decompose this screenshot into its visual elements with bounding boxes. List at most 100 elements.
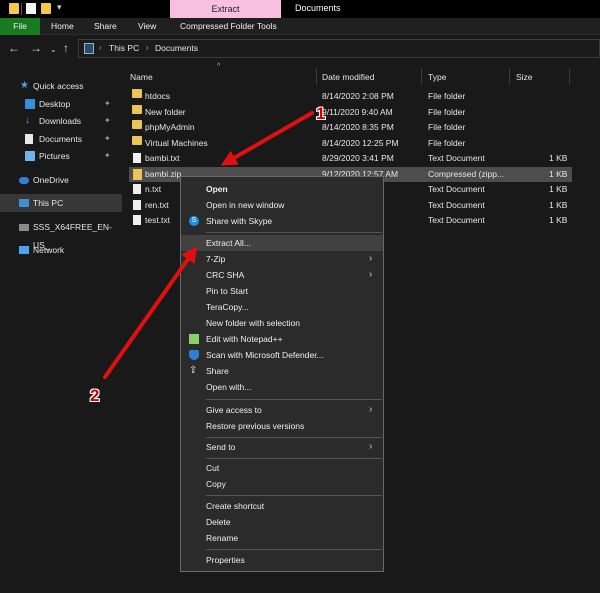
breadcrumb-documents[interactable]: Documents [155, 43, 198, 53]
download-icon: ↓ [25, 115, 30, 126]
menu-item-label: Share [206, 366, 229, 376]
sidebar-item-label: OneDrive [33, 175, 69, 185]
column-headers: ^ Name Date modified Type Size [122, 63, 600, 86]
sidebar-item-quick-access[interactable]: ★ Quick access [0, 77, 122, 95]
drive-icon [19, 224, 29, 231]
menu-item-label: Create shortcut [206, 501, 265, 511]
properties-icon[interactable] [26, 3, 36, 14]
menu-item-cut[interactable]: Cut [181, 460, 383, 476]
file-name: n.txt [145, 184, 162, 194]
tab-view[interactable]: View [138, 18, 156, 35]
sidebar-item-network[interactable]: Network [0, 241, 122, 259]
tab-compressed-folder-tools[interactable]: Compressed Folder Tools [180, 18, 277, 35]
column-header-date-modified[interactable]: Date modified [322, 66, 374, 86]
sidebar-item-pictures[interactable]: Pictures ✦ [0, 147, 122, 165]
menu-item-label: Open with... [206, 382, 252, 392]
column-divider[interactable] [569, 68, 570, 85]
sidebar-item-this-pc[interactable]: This PC [0, 194, 122, 212]
annotation-step-2: 2 [90, 386, 100, 405]
star-icon: ★ [20, 80, 29, 91]
tab-file[interactable]: File [0, 18, 40, 35]
toolbar-divider [21, 3, 22, 15]
menu-item-label: Delete [206, 517, 231, 527]
file-row-new-folder[interactable]: New folder 9/11/2020 9:40 AM File folder [129, 104, 572, 121]
breadcrumb-this-pc[interactable]: This PC [109, 43, 139, 53]
menu-item-delete[interactable]: Delete [181, 514, 383, 530]
menu-item-open-new-window[interactable]: Open in new window [181, 197, 383, 213]
new-folder-icon[interactable] [41, 3, 51, 14]
file-row-phpmyadmin[interactable]: phpMyAdmin 8/14/2020 8:35 PM File folder [129, 120, 572, 136]
sidebar-item-documents[interactable]: Documents ✦ [0, 130, 122, 148]
menu-item-label: Extract All... [206, 238, 251, 248]
up-arrow-icon[interactable]: ↑ [63, 41, 69, 55]
column-divider[interactable] [421, 68, 422, 85]
customize-dropdown-icon[interactable]: ▾ [57, 2, 62, 13]
column-header-size[interactable]: Size [516, 66, 533, 86]
menu-item-share[interactable]: ⇪ Share [181, 363, 383, 379]
file-name: test.txt [145, 215, 171, 225]
recent-locations-chevron-icon[interactable]: ⌄ [50, 43, 57, 57]
menu-item-edit-with-notepadpp[interactable]: Edit with Notepad++ [181, 331, 383, 347]
menu-item-pin-to-start[interactable]: Pin to Start [181, 283, 383, 299]
menu-item-restore-previous-versions[interactable]: Restore previous versions [181, 418, 383, 434]
menu-item-share-with-skype[interactable]: S Share with Skype [181, 213, 383, 229]
file-row-htdocs[interactable]: htdocs 8/14/2020 2:08 PM File folder [129, 89, 572, 105]
menu-item-rename[interactable]: Rename [181, 530, 383, 546]
navigation-bar: ← → ⌄ ↑ › This PC › Documents [0, 35, 600, 62]
file-date: 9/11/2020 9:40 AM [322, 106, 393, 117]
pin-icon[interactable]: ✦ [104, 112, 111, 130]
menu-item-open-with[interactable]: Open with... [181, 379, 383, 395]
chevron-right-icon[interactable]: › [99, 43, 102, 52]
skype-icon: S [189, 216, 199, 226]
menu-separator [206, 458, 382, 459]
menu-item-label: Properties [206, 555, 245, 565]
menu-item-send-to[interactable]: Send to › [181, 439, 383, 455]
column-header-name[interactable]: Name [130, 66, 153, 86]
network-icon [19, 246, 29, 254]
menu-item-create-shortcut[interactable]: Create shortcut [181, 498, 383, 514]
window-title: Documents [295, 3, 341, 13]
menu-item-new-folder-with-selection[interactable]: New folder with selection [181, 315, 383, 331]
tab-share[interactable]: Share [94, 18, 117, 35]
file-date: 8/14/2020 2:08 PM [322, 91, 394, 101]
back-arrow-icon[interactable]: ← [8, 41, 20, 55]
sidebar-item-downloads[interactable]: ↓ Downloads ✦ [0, 112, 122, 130]
sidebar-item-onedrive[interactable]: OneDrive [0, 171, 122, 189]
chevron-right-icon[interactable]: › [146, 43, 149, 52]
annotation-step-1: 1 [316, 104, 326, 123]
tab-home[interactable]: Home [51, 18, 74, 35]
sidebar-item-drive[interactable]: SSS_X64FREE_EN-US_ [0, 218, 122, 250]
menu-separator [206, 399, 382, 400]
folder-icon[interactable] [9, 3, 19, 14]
forward-arrow-icon[interactable]: → [30, 41, 42, 55]
pin-icon[interactable]: ✦ [104, 130, 111, 148]
folder-icon [132, 120, 142, 129]
menu-item-label: Pin to Start [206, 286, 249, 296]
menu-item-scan-with-defender[interactable]: Scan with Microsoft Defender... [181, 347, 383, 363]
menu-item-crc-sha[interactable]: CRC SHA › [181, 267, 383, 283]
file-row-bambi-txt[interactable]: bambi.txt 8/29/2020 3:41 PM Text Documen… [129, 151, 572, 167]
menu-item-open[interactable]: Open [181, 181, 383, 197]
context-menu: Open Open in new window S Share with Sky… [180, 176, 384, 572]
menu-item-copy[interactable]: Copy [181, 476, 383, 492]
menu-separator [206, 437, 382, 438]
address-bar[interactable]: › This PC › Documents [78, 39, 600, 58]
column-divider[interactable] [316, 68, 317, 85]
menu-item-extract-all[interactable]: Extract All... [181, 235, 383, 251]
pictures-icon [25, 151, 35, 161]
menu-item-teracopy[interactable]: TeraCopy... [181, 299, 383, 315]
menu-item-give-access-to[interactable]: Give access to › [181, 402, 383, 418]
menu-item-label: Edit with Notepad++ [206, 334, 283, 344]
column-divider[interactable] [509, 68, 510, 85]
menu-item-properties[interactable]: Properties [181, 552, 383, 568]
pin-icon[interactable]: ✦ [104, 95, 111, 113]
column-header-type[interactable]: Type [428, 66, 446, 86]
pin-icon[interactable]: ✦ [104, 147, 111, 165]
file-row-virtual-machines[interactable]: Virtual Machines 8/14/2020 12:25 PM File… [129, 135, 572, 152]
sidebar-item-desktop[interactable]: Desktop ✦ [0, 95, 122, 113]
menu-item-label: TeraCopy... [206, 302, 249, 312]
folder-icon [132, 89, 142, 98]
sidebar-item-label: This PC [33, 198, 64, 208]
contextual-tab-extract[interactable]: Extract [170, 0, 281, 18]
menu-item-7-zip[interactable]: 7-Zip › [181, 251, 383, 267]
